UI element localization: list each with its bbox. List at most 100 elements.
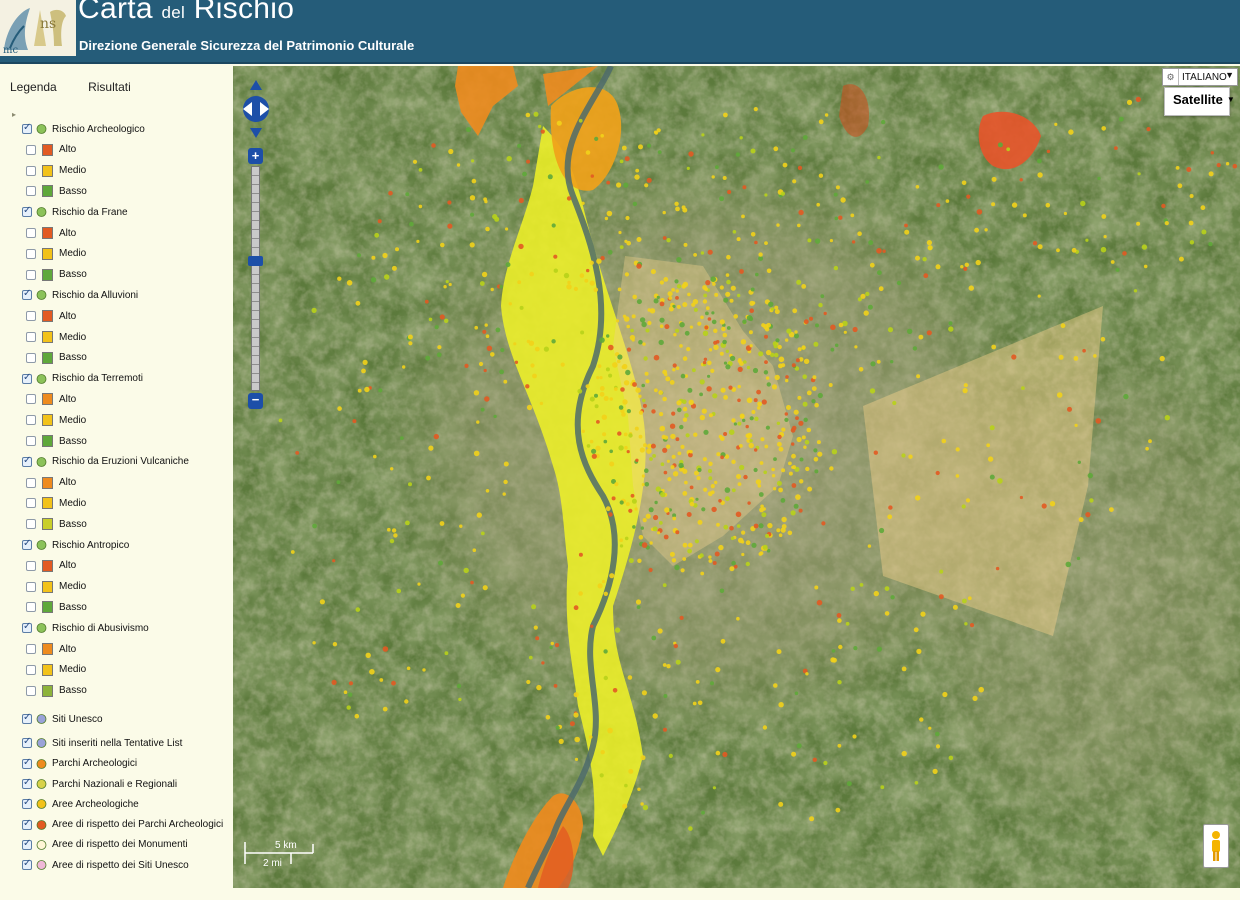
risk-marker[interactable] <box>673 333 677 337</box>
risk-marker[interactable] <box>798 420 804 426</box>
risk-marker[interactable] <box>778 446 784 452</box>
risk-marker[interactable] <box>499 369 504 375</box>
risk-marker[interactable] <box>1045 202 1051 208</box>
risk-marker[interactable] <box>647 320 652 326</box>
risk-marker[interactable] <box>743 360 747 364</box>
risk-marker[interactable] <box>474 325 478 330</box>
risk-marker[interactable] <box>792 465 796 470</box>
risk-marker[interactable] <box>490 287 494 292</box>
risk-marker[interactable] <box>1095 418 1102 424</box>
risk-marker[interactable] <box>726 254 731 260</box>
risk-marker[interactable] <box>757 401 762 407</box>
risk-marker[interactable] <box>1078 517 1084 523</box>
risk-marker[interactable] <box>708 461 713 466</box>
risk-marker[interactable] <box>792 179 797 184</box>
risk-marker[interactable] <box>926 240 933 246</box>
risk-marker[interactable] <box>599 773 604 778</box>
risk-marker[interactable] <box>640 526 644 530</box>
risk-marker[interactable] <box>529 271 534 277</box>
risk-marker[interactable] <box>638 535 644 540</box>
risk-marker[interactable] <box>942 691 948 698</box>
risk-marker[interactable] <box>904 229 910 235</box>
risk-marker[interactable] <box>1074 423 1078 427</box>
risk-marker[interactable] <box>632 525 636 529</box>
risk-marker[interactable] <box>1136 221 1141 226</box>
risk-marker[interactable] <box>1208 171 1214 177</box>
risk-marker[interactable] <box>618 445 624 451</box>
risk-marker[interactable] <box>627 675 633 680</box>
risk-marker[interactable] <box>791 442 795 446</box>
risk-marker[interactable] <box>364 386 370 393</box>
risk-marker[interactable] <box>1089 498 1094 503</box>
risk-marker[interactable] <box>716 522 720 527</box>
risk-marker[interactable] <box>596 420 600 424</box>
risk-marker[interactable] <box>1019 178 1023 182</box>
risk-marker[interactable] <box>705 306 710 311</box>
risk-marker[interactable] <box>831 449 838 455</box>
risk-marker[interactable] <box>731 418 736 423</box>
risk-marker[interactable] <box>678 462 684 469</box>
risk-marker[interactable] <box>589 280 595 286</box>
risk-marker[interactable] <box>751 410 756 414</box>
risk-marker[interactable] <box>601 414 607 420</box>
group-checkbox[interactable] <box>22 538 32 550</box>
risk-marker[interactable] <box>525 112 531 118</box>
risk-marker[interactable] <box>780 191 786 196</box>
risk-marker[interactable] <box>936 203 941 208</box>
risk-marker[interactable] <box>963 266 968 271</box>
risk-marker[interactable] <box>935 264 941 270</box>
risk-marker[interactable] <box>699 392 703 397</box>
risk-marker[interactable] <box>755 272 759 277</box>
risk-marker[interactable] <box>369 669 375 675</box>
risk-marker[interactable] <box>748 442 754 449</box>
risk-marker[interactable] <box>987 456 994 462</box>
risk-marker[interactable] <box>935 744 941 749</box>
risk-marker[interactable] <box>824 113 829 117</box>
risk-marker[interactable] <box>406 666 411 671</box>
zoom-out-button[interactable]: − <box>248 393 263 409</box>
risk-marker[interactable] <box>968 285 974 291</box>
risk-marker[interactable] <box>662 583 667 588</box>
risk-marker[interactable] <box>601 579 606 584</box>
risk-marker[interactable] <box>984 228 988 232</box>
risk-marker[interactable] <box>720 638 726 644</box>
risk-marker[interactable] <box>778 801 784 807</box>
risk-marker[interactable] <box>638 339 643 345</box>
risk-marker[interactable] <box>705 311 709 316</box>
risk-marker[interactable] <box>851 240 856 244</box>
risk-marker[interactable] <box>773 683 778 688</box>
risk-marker[interactable] <box>623 432 628 437</box>
risk-marker[interactable] <box>739 444 743 448</box>
risk-marker[interactable] <box>703 429 709 435</box>
risk-marker[interactable] <box>877 270 882 276</box>
risk-marker[interactable] <box>702 330 709 336</box>
risk-marker[interactable] <box>770 307 775 311</box>
risk-marker[interactable] <box>645 379 650 384</box>
risk-marker[interactable] <box>941 438 947 444</box>
risk-marker[interactable] <box>1123 393 1129 400</box>
risk-marker[interactable] <box>503 379 508 384</box>
risk-marker[interactable] <box>378 388 383 393</box>
legend-item-5-0[interactable]: Alto <box>26 557 76 575</box>
risk-marker[interactable] <box>640 755 646 761</box>
risk-marker[interactable] <box>606 180 611 185</box>
risk-marker[interactable] <box>795 494 801 500</box>
risk-marker[interactable] <box>696 476 701 481</box>
risk-marker[interactable] <box>778 702 784 708</box>
risk-marker[interactable] <box>854 345 858 349</box>
risk-marker[interactable] <box>774 309 780 315</box>
risk-marker[interactable] <box>1087 472 1093 479</box>
risk-marker[interactable] <box>788 461 792 466</box>
risk-marker[interactable] <box>373 454 377 459</box>
risk-marker[interactable] <box>391 680 396 686</box>
risk-marker[interactable] <box>948 755 954 761</box>
risk-marker[interactable] <box>688 826 693 831</box>
risk-marker[interactable] <box>803 417 808 422</box>
risk-marker[interactable] <box>687 387 693 393</box>
risk-marker[interactable] <box>749 416 754 421</box>
risk-marker[interactable] <box>617 354 623 360</box>
risk-marker[interactable] <box>448 148 454 155</box>
risk-marker[interactable] <box>729 566 735 572</box>
risk-marker[interactable] <box>346 280 353 286</box>
pegman-icon[interactable] <box>1204 825 1228 867</box>
